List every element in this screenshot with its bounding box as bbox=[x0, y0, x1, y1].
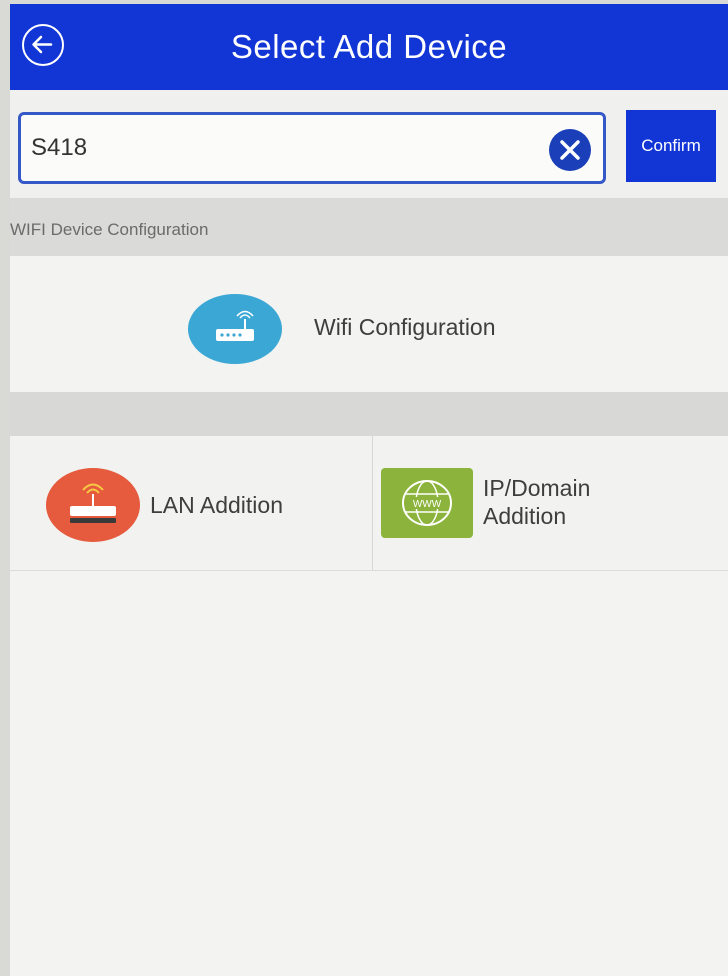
router-wifi-icon bbox=[188, 294, 282, 364]
ip-domain-addition-option[interactable]: WWW IP/Domain Addition bbox=[373, 436, 728, 570]
ip-domain-label-line1: IP/Domain bbox=[483, 475, 591, 501]
lan-addition-option[interactable]: LAN Addition bbox=[10, 436, 372, 570]
ip-domain-addition-label: IP/Domain Addition bbox=[483, 474, 643, 530]
app-screen: Select Add Device Confirm WIFI Device Co… bbox=[10, 4, 728, 976]
add-options-row: LAN Addition WWW IP/Domain Addition bbox=[10, 436, 728, 571]
app-header: Select Add Device bbox=[10, 4, 728, 90]
lan-addition-label: LAN Addition bbox=[150, 492, 283, 518]
section-divider bbox=[10, 392, 728, 436]
ip-domain-label-line2: Addition bbox=[483, 503, 567, 529]
search-bar: Confirm bbox=[10, 90, 728, 198]
close-circle-icon bbox=[560, 140, 580, 160]
search-box bbox=[18, 112, 606, 184]
router-lan-icon bbox=[46, 468, 140, 542]
wifi-configuration-option[interactable]: Wifi Configuration bbox=[10, 256, 728, 392]
globe-www-icon: WWW bbox=[381, 468, 473, 538]
section-header-label: WIFI Device Configuration bbox=[10, 220, 209, 239]
search-input[interactable] bbox=[31, 129, 531, 167]
section-header-wifi: WIFI Device Configuration bbox=[10, 198, 728, 256]
empty-content-area bbox=[10, 571, 728, 976]
wifi-configuration-label: Wifi Configuration bbox=[314, 314, 496, 340]
confirm-button[interactable]: Confirm bbox=[626, 110, 716, 182]
www-icon-text: WWW bbox=[413, 499, 442, 510]
clear-button[interactable] bbox=[549, 129, 591, 171]
page-title: Select Add Device bbox=[230, 28, 508, 65]
